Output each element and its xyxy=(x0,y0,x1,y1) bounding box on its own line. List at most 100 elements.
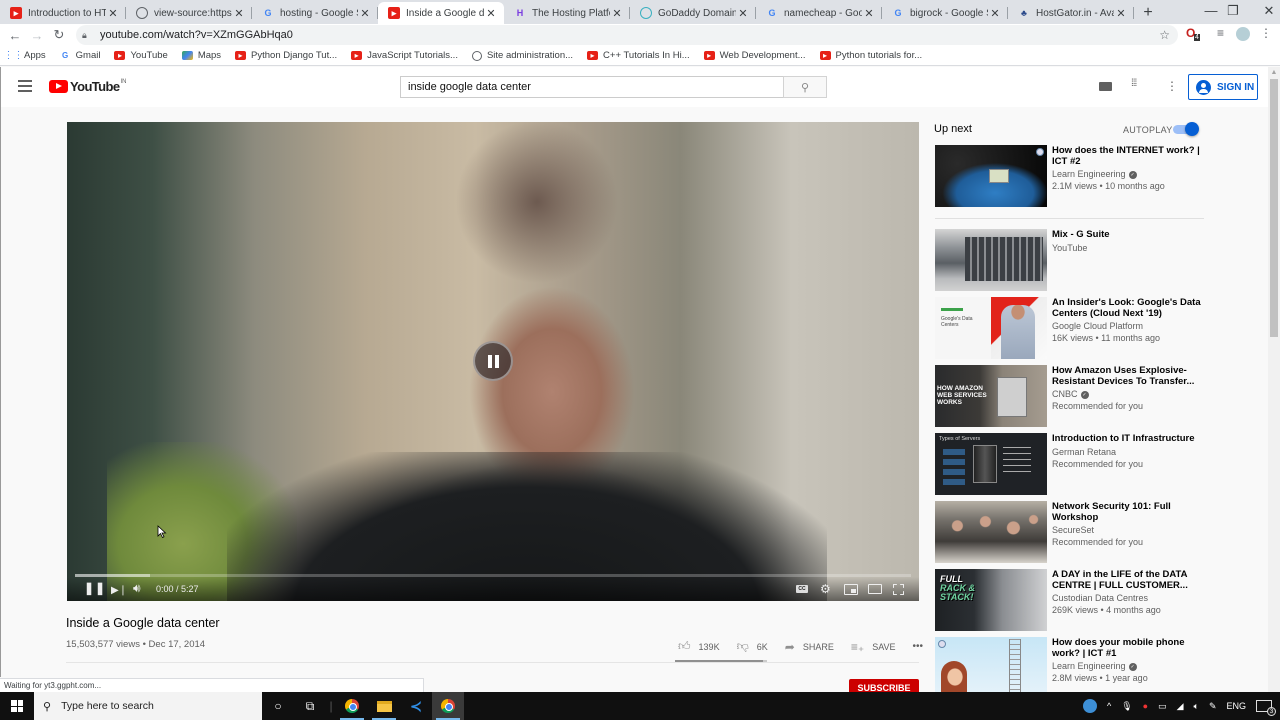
file-explorer-icon[interactable] xyxy=(368,692,400,720)
apps-grid-icon[interactable]: ⁞⁞⁞ xyxy=(1131,78,1137,89)
close-tab-icon[interactable]: ✕ xyxy=(484,7,498,20)
subscribe-button[interactable]: SUBSCRIBE xyxy=(849,679,919,693)
save-button[interactable]: ≡₊ SAVE xyxy=(851,640,896,654)
close-tab-icon[interactable]: ✕ xyxy=(736,7,750,20)
rec-title[interactable]: A DAY in the LIFE of the DATA CENTRE | F… xyxy=(1052,569,1202,591)
bookmark-apps[interactable]: ⋮⋮ Apps xyxy=(4,50,46,61)
next-video-icon[interactable]: ▶❘ xyxy=(111,585,127,596)
microphone-icon[interactable]: 🎙︎ xyxy=(1121,701,1132,712)
browser-tab[interactable]: Gnamecheap - Google S✕ xyxy=(756,2,882,24)
recommended-video[interactable]: HOW AMAZON WEB SERVICES WORKS How Amazon… xyxy=(935,365,1205,427)
address-bar[interactable]: 🔒︎ youtube.com/watch?v=XZmGGAbHqa0 ☆ xyxy=(76,25,1178,45)
recommended-video[interactable]: How does the INTERNET work? | ICT #2 Lea… xyxy=(935,145,1205,207)
close-window-button[interactable]: ✕ xyxy=(1246,0,1280,24)
bookmark-gmail[interactable]: G Gmail xyxy=(60,50,100,61)
close-tab-icon[interactable]: ✕ xyxy=(106,7,120,20)
fullscreen-icon[interactable] xyxy=(893,584,904,595)
youtube-logo[interactable]: YouTube IN xyxy=(49,79,126,94)
start-button[interactable] xyxy=(0,692,34,720)
profile-avatar[interactable] xyxy=(1236,27,1250,41)
media-queue-icon[interactable]: ≡ xyxy=(1217,26,1224,40)
browser-tab[interactable]: view-source:https://ww✕ xyxy=(126,2,252,24)
miniplayer-icon[interactable] xyxy=(844,584,858,595)
bookmark-web-dev[interactable]: ▸ Web Development... xyxy=(703,50,806,61)
bookmark-star-icon[interactable]: ☆ xyxy=(1159,28,1170,42)
video-thumbnail[interactable] xyxy=(935,229,1047,291)
browser-menu-icon[interactable]: ⋮ xyxy=(1260,26,1272,40)
new-tab-button[interactable]: + xyxy=(1134,2,1162,24)
browser-tab[interactable]: Gbigrock - Google Searc✕ xyxy=(882,2,1008,24)
recommended-video[interactable]: Google's Data Centers An Insider's Look:… xyxy=(935,297,1205,359)
pause-overlay-button[interactable] xyxy=(473,341,513,381)
bookmark-python[interactable]: ▸ Python tutorials for... xyxy=(819,50,922,61)
more-vert-icon[interactable]: ⋮ xyxy=(1166,79,1178,93)
bookmark-site-admin[interactable]: Site administration... xyxy=(471,50,573,61)
like-button[interactable]: 👍︎ 139K xyxy=(678,639,720,654)
rec-title[interactable]: Mix - G Suite xyxy=(1052,229,1202,240)
close-tab-icon[interactable]: ✕ xyxy=(862,7,876,20)
rec-title[interactable]: How does the INTERNET work? | ICT #2 xyxy=(1052,145,1202,167)
share-button[interactable]: ➦ SHARE xyxy=(785,640,834,654)
browser-tab[interactable]: GoDaddy Domain Nam✕ xyxy=(630,2,756,24)
browser-tab[interactable]: Ghosting - Google Searc✕ xyxy=(252,2,378,24)
sign-in-button[interactable]: SIGN IN xyxy=(1188,74,1258,100)
settings-gear-icon[interactable]: ⚙ xyxy=(820,582,831,596)
wifi-icon[interactable]: ◢ xyxy=(1177,701,1184,712)
bookmark-javascript[interactable]: ▸ JavaScript Tutorials... xyxy=(351,50,458,61)
theater-mode-icon[interactable] xyxy=(868,584,882,594)
vscode-icon[interactable]: ≺ xyxy=(400,692,432,720)
cortana-icon[interactable]: ○ xyxy=(262,692,294,720)
browser-tab[interactable]: ♣ HostGator.in - Avail Be✕ xyxy=(1008,2,1134,24)
video-thumbnail[interactable]: Types of Servers xyxy=(935,433,1047,495)
close-tab-icon[interactable]: ✕ xyxy=(988,7,1002,20)
bookmark-maps[interactable]: Maps xyxy=(181,50,221,61)
url-text[interactable]: youtube.com/watch?v=XZmGGAbHqa0 xyxy=(94,29,293,41)
forward-arrow-icon[interactable]: → xyxy=(26,28,48,43)
close-tab-icon[interactable]: ✕ xyxy=(610,7,624,20)
subtitles-icon[interactable]: CC xyxy=(796,585,808,593)
rec-title[interactable]: Network Security 101: Full Workshop xyxy=(1052,501,1202,523)
autoplay-toggle[interactable] xyxy=(1173,122,1199,136)
video-player[interactable]: ❚❚ ▶❘ 🔊︎ 0:00 / 5:27 CC ⚙ xyxy=(67,122,919,601)
browser-tab[interactable]: H The Hosting Platform f✕ xyxy=(504,2,630,24)
recommended-video[interactable]: FULL RACK & STACK! A DAY in the LIFE of th… xyxy=(935,569,1205,631)
close-tab-icon[interactable]: ✕ xyxy=(232,7,246,20)
close-tab-icon[interactable]: ✕ xyxy=(1114,7,1128,20)
scroll-up-icon[interactable]: ▲ xyxy=(1268,67,1280,79)
rec-title[interactable]: How does your mobile phone work? | ICT #… xyxy=(1052,637,1202,659)
notifications-icon[interactable]: 3 xyxy=(1256,700,1276,716)
browser-tab-active[interactable]: ▸ Inside a Google data ce✕ xyxy=(378,2,504,24)
video-thumbnail[interactable] xyxy=(935,145,1047,207)
chevron-up-icon[interactable]: ^ xyxy=(1107,701,1111,711)
back-arrow-icon[interactable]: ← xyxy=(4,28,26,43)
recommended-video[interactable]: How does your mobile phone work? | ICT #… xyxy=(935,637,1205,692)
more-actions-button[interactable]: ••• xyxy=(913,641,924,652)
scrollbar-thumb[interactable] xyxy=(1270,79,1278,337)
record-icon[interactable]: ● xyxy=(1143,701,1148,711)
rec-title[interactable]: Introduction to IT Infrastructure xyxy=(1052,433,1202,444)
browser-tab[interactable]: ▸ Introduction to HTML✕ xyxy=(0,2,126,24)
help-icon[interactable] xyxy=(1082,699,1097,713)
bookmark-cpp[interactable]: ▸ C++ Tutorials In Hi... xyxy=(587,50,690,61)
create-video-icon[interactable] xyxy=(1099,82,1112,91)
task-view-icon[interactable]: ⧉ xyxy=(294,692,326,720)
video-thumbnail[interactable] xyxy=(935,637,1047,692)
search-input[interactable] xyxy=(400,76,784,98)
video-thumbnail[interactable]: HOW AMAZON WEB SERVICES WORKS xyxy=(935,365,1047,427)
rec-title[interactable]: An Insider's Look: Google's Data Centers… xyxy=(1052,297,1202,319)
recommended-video[interactable]: Types of Servers Introduction to IT Infr… xyxy=(935,433,1205,495)
chrome-taskbar-icon[interactable] xyxy=(336,692,368,720)
language-indicator[interactable]: ENG xyxy=(1226,701,1246,711)
reload-icon[interactable]: ↻ xyxy=(48,27,70,43)
close-tab-icon[interactable]: ✕ xyxy=(358,7,372,20)
battery-icon[interactable]: ▭ xyxy=(1158,701,1167,712)
page-scrollbar[interactable]: ▲ xyxy=(1268,67,1280,692)
recommended-video[interactable]: Network Security 101: Full Workshop Secu… xyxy=(935,501,1205,563)
volume-icon[interactable]: 🔊︎ xyxy=(133,581,141,596)
hamburger-menu-icon[interactable] xyxy=(18,80,32,92)
video-thumbnail[interactable]: Google's Data Centers xyxy=(935,297,1047,359)
video-thumbnail[interactable]: FULL RACK & STACK! xyxy=(935,569,1047,631)
search-button[interactable]: ⚲ xyxy=(783,76,827,98)
speaker-icon[interactable]: 🔈︎ xyxy=(1194,701,1199,712)
video-thumbnail[interactable] xyxy=(935,501,1047,563)
